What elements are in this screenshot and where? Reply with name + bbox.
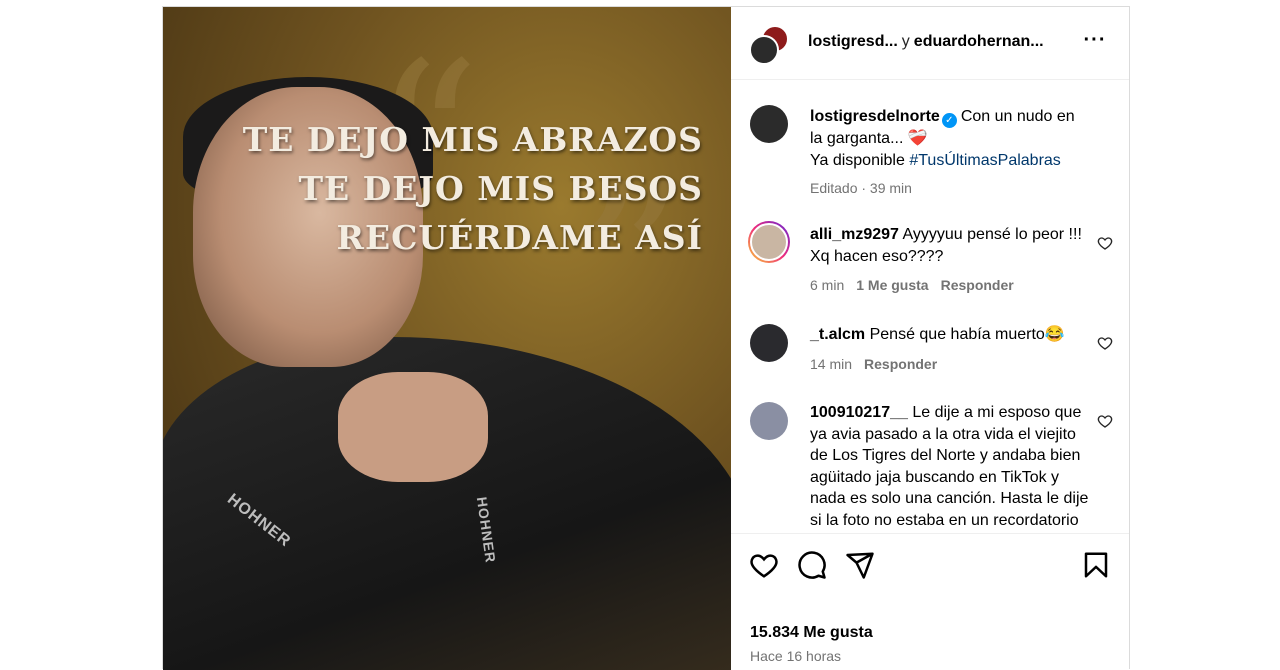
- comment-body: 100910217__ Le dije a mi esposo que ya a…: [810, 402, 1090, 531]
- comment-text: Le dije a mi esposo que ya avia pasado a…: [810, 404, 1089, 529]
- username-link[interactable]: eduardohernan...: [914, 33, 1044, 50]
- save-bookmark-icon[interactable]: [1081, 550, 1111, 580]
- connector-text: y: [901, 33, 910, 50]
- more-options-icon[interactable]: ···: [1083, 29, 1107, 53]
- comment-meta: 14 min Responder: [810, 356, 937, 372]
- username-link[interactable]: _t.alcm: [810, 326, 865, 343]
- comment-meta: 6 min 1 Me gusta Responder: [810, 277, 1014, 293]
- reply-button[interactable]: Responder: [941, 277, 1014, 293]
- like-comment-heart-icon[interactable]: [1097, 235, 1113, 251]
- comment-body: _t.alcm Pensé que había muerto😂: [810, 324, 1090, 346]
- lyric-line-1: TE DEJO MIS ABRAZOS: [242, 120, 703, 159]
- comment-likes-link[interactable]: 1 Me gusta: [856, 277, 928, 293]
- username-link[interactable]: lostigresdelnorte: [810, 108, 940, 125]
- likes-count[interactable]: 15.834 Me gusta: [750, 624, 873, 642]
- caption-body: lostigresdelnorte ✓ Con un nudo en la garg…: [810, 106, 1090, 171]
- hashtag-link[interactable]: #TusÚltimasPalabras: [909, 152, 1060, 169]
- like-comment-heart-icon[interactable]: [1097, 335, 1113, 351]
- comment-text: Pensé que había muerto😂: [869, 326, 1065, 343]
- collab-avatars[interactable]: [749, 25, 789, 65]
- avatar[interactable]: [750, 324, 788, 362]
- verified-badge-icon: ✓: [941, 113, 957, 128]
- comment-time: 14 min: [810, 356, 853, 372]
- post-actions: 15.834 Me gusta Hace 16 horas: [731, 533, 1129, 670]
- post-sidebar: lostigresd... y eduardohernan... ··· losti…: [731, 7, 1129, 670]
- comment-time: 6 min: [810, 277, 845, 293]
- username-link[interactable]: lostigresd...: [808, 33, 898, 50]
- lyric-line-3: RECUÉRDAME ASÍ: [336, 218, 703, 257]
- lyric-line-2: TE DEJO MIS BESOS: [298, 169, 703, 208]
- like-comment-heart-icon[interactable]: [1097, 413, 1113, 429]
- avatar[interactable]: [750, 105, 788, 143]
- post-modal: “ ” TE DEJO MIS ABRAZOS TE DEJO MIS BESO…: [162, 6, 1130, 670]
- post-header: lostigresd... y eduardohernan... ···: [731, 7, 1129, 80]
- comment-body: alli_mz9297 Ayyyyuu pensé lo peor !!! Xq…: [810, 224, 1090, 267]
- comments-list[interactable]: lostigresdelnorte ✓ Con un nudo en la garg…: [731, 81, 1129, 533]
- figure-hand: [338, 372, 488, 482]
- reply-button[interactable]: Responder: [864, 356, 937, 372]
- caption-meta: Editado · 39 min: [810, 180, 912, 196]
- caption-line2: Ya disponible: [810, 151, 905, 169]
- username-link[interactable]: 100910217__: [810, 404, 908, 421]
- avatar: [749, 35, 779, 65]
- avatar[interactable]: [750, 402, 788, 440]
- like-heart-icon[interactable]: [749, 550, 779, 580]
- post-image: “ ” TE DEJO MIS ABRAZOS TE DEJO MIS BESO…: [163, 7, 731, 670]
- username-link[interactable]: alli_mz9297: [810, 226, 899, 243]
- comment-bubble-icon[interactable]: [797, 550, 827, 580]
- share-send-icon[interactable]: [845, 550, 875, 580]
- post-time: Hace 16 horas: [750, 648, 842, 664]
- collab-usernames: lostigresd... y eduardohernan...: [808, 33, 1044, 51]
- avatar[interactable]: [748, 221, 790, 263]
- image-lyrics: TE DEJO MIS ABRAZOS TE DEJO MIS BESOS RE…: [243, 115, 703, 262]
